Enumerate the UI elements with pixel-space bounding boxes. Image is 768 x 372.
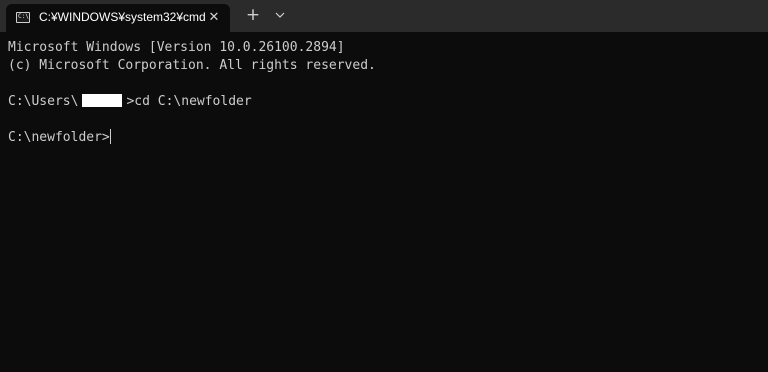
banner-copyright-line: (c) Microsoft Corporation. All rights re… — [8, 58, 376, 73]
command-line: C:\Users\ >cd C:\newfolder — [8, 94, 252, 110]
console-output[interactable]: Microsoft Windows [Version 10.0.26100.28… — [0, 32, 768, 372]
terminal-window: C:\ C:¥WINDOWS¥system32¥cmd ✕ + Microsof… — [0, 0, 768, 372]
new-tab-button[interactable]: + — [243, 5, 263, 25]
cmd-icon: C:\ — [16, 12, 30, 23]
tab-dropdown-button[interactable] — [272, 5, 288, 25]
banner-version-line: Microsoft Windows [Version 10.0.26100.28… — [8, 40, 345, 55]
text-cursor — [109, 129, 111, 144]
tab-cmd[interactable]: C:\ C:¥WINDOWS¥system32¥cmd ✕ — [6, 4, 230, 32]
redacted-username — [82, 94, 123, 107]
current-prompt: C:\newfolder> — [8, 130, 110, 145]
command-text: >cd C:\newfolder — [126, 94, 252, 109]
tab-title: C:¥WINDOWS¥system32¥cmd — [39, 10, 206, 24]
cmd-icon-text: C:\ — [18, 13, 29, 20]
command-prefix: C:\Users\ — [8, 94, 79, 109]
chevron-down-icon — [275, 12, 285, 18]
prompt-line[interactable]: C:\newfolder> — [8, 129, 111, 146]
close-icon[interactable]: ✕ — [206, 10, 222, 26]
tab-bar: C:\ C:¥WINDOWS¥system32¥cmd ✕ + — [0, 0, 768, 32]
